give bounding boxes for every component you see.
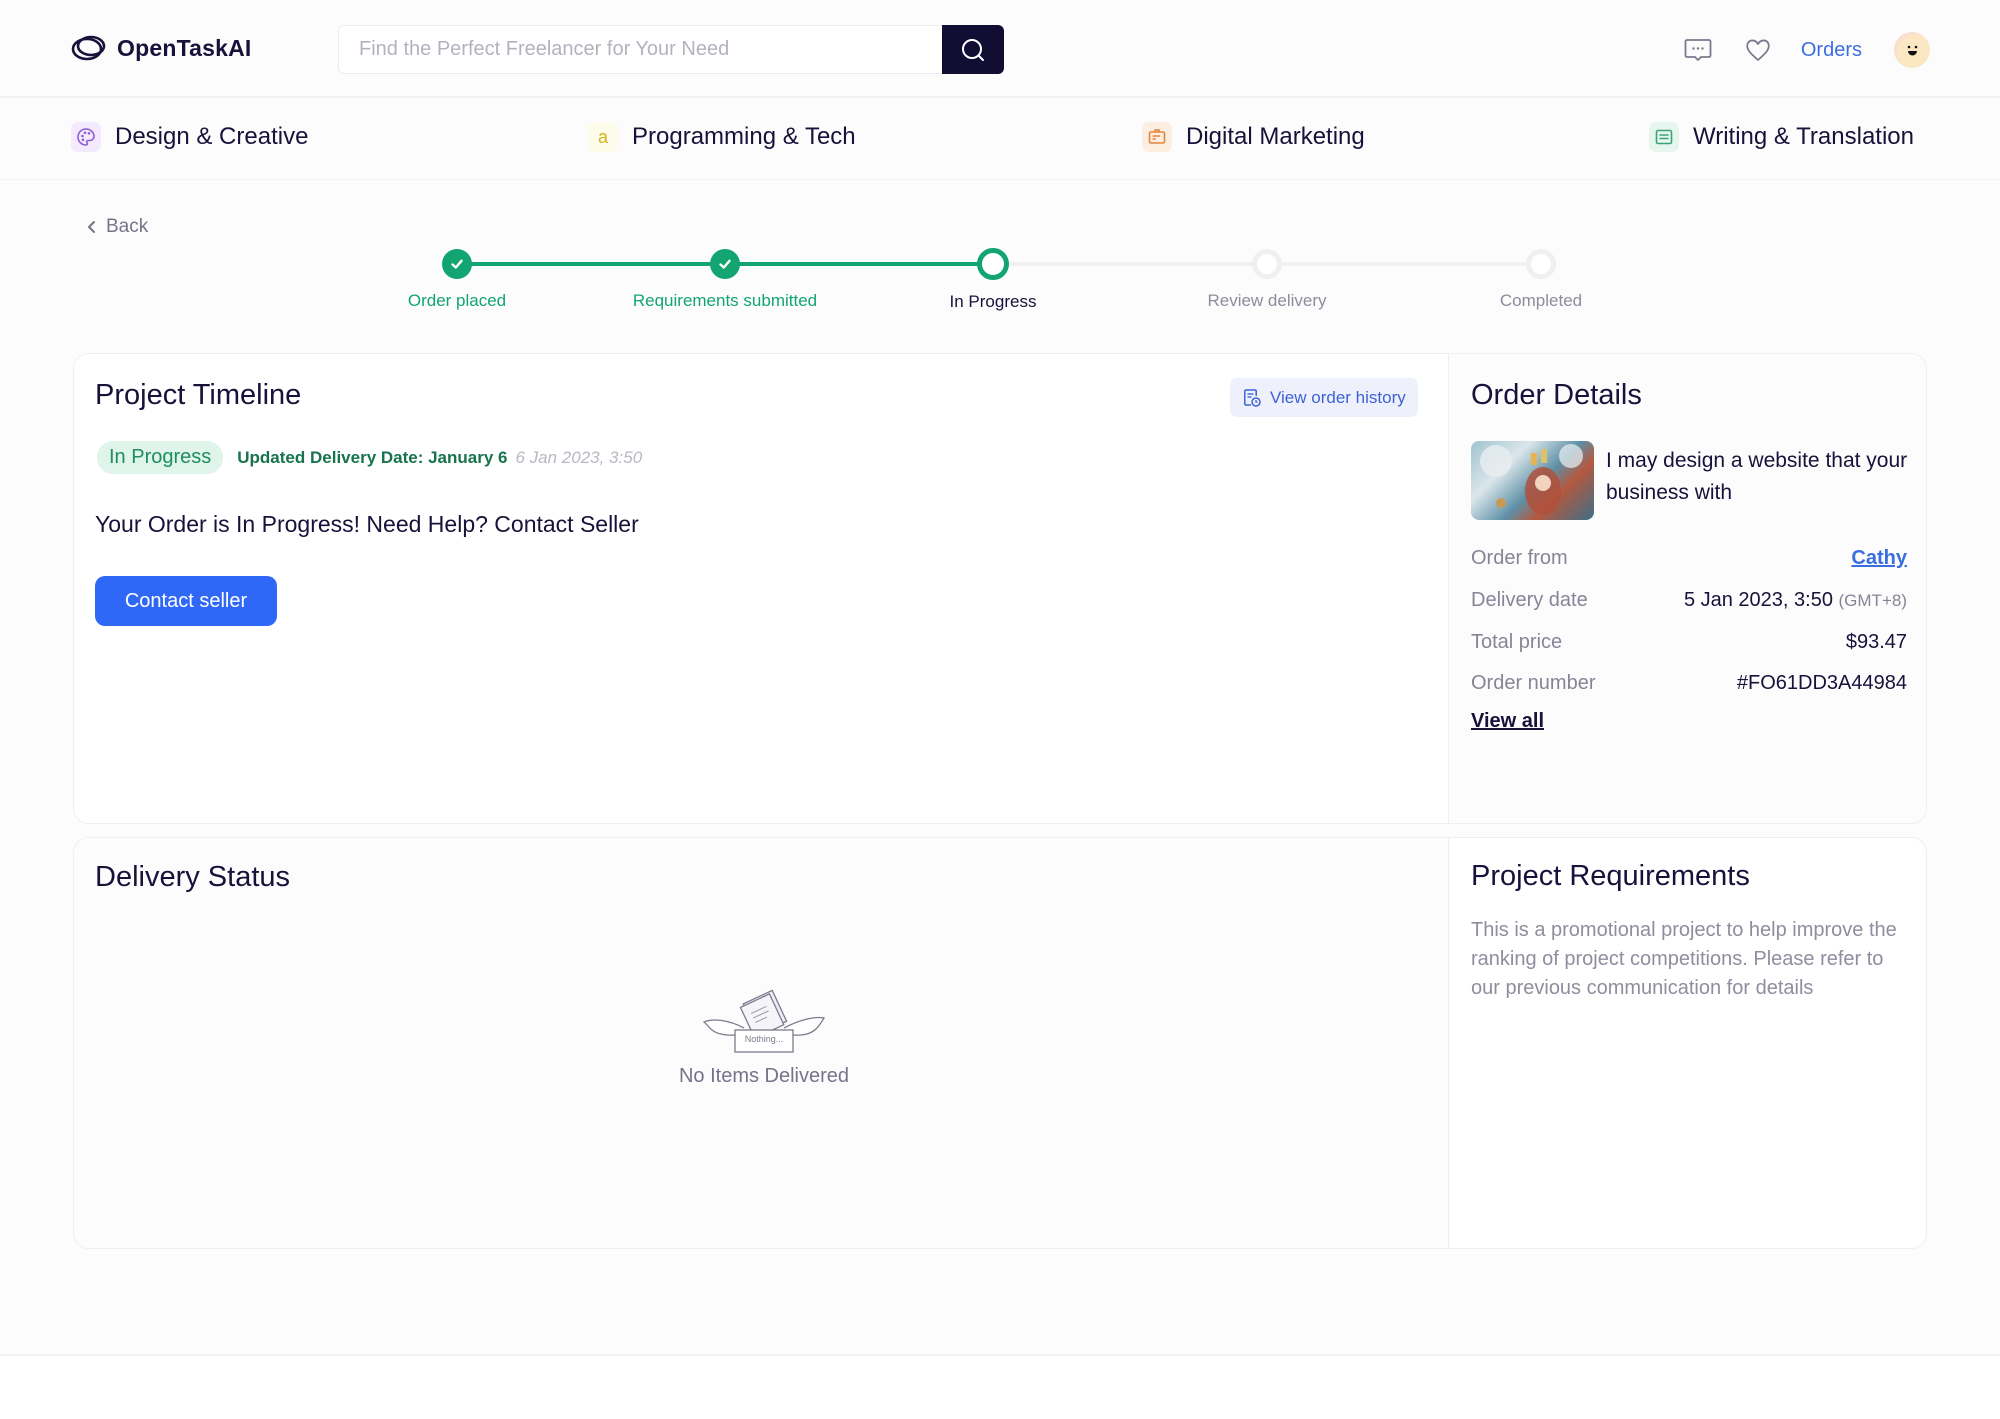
view-order-history-label: View order history [1270, 387, 1406, 407]
step-label: Review delivery [1207, 291, 1327, 310]
empty-delivery-state: Nothing... No Items Delivered [614, 988, 914, 1088]
category-digital-marketing[interactable]: Digital Marketing [1142, 122, 1365, 152]
empty-box-with-wings-icon [702, 989, 826, 1053]
view-all-link[interactable]: View all [1471, 710, 1544, 733]
status-badge: In Progress [97, 441, 224, 474]
current-step-indicator [977, 248, 1009, 280]
timezone-label: (GMT+8) [1838, 591, 1907, 610]
seller-link[interactable]: Cathy [1851, 547, 1907, 570]
order-number-row: Order number #FO61DD3A44984 [1471, 672, 1907, 695]
heart-icon [1746, 39, 1770, 61]
search-input[interactable] [339, 26, 942, 73]
check-icon [710, 249, 740, 279]
top-header: OpenTaskAI Orders [0, 0, 2000, 98]
messages-icon [1684, 39, 1712, 62]
delivery-date-label: Delivery date [1471, 589, 1588, 611]
pending-step-indicator [1526, 249, 1556, 279]
search-icon [962, 38, 984, 61]
delivery-date-value: 5 Jan 2023, 3:50 (GMT+8) [1684, 589, 1907, 612]
gig-artwork-image [1480, 444, 1583, 515]
step-order-placed: Order placed [327, 246, 587, 311]
view-order-history-button[interactable]: View order history [1230, 378, 1418, 417]
category-label: Digital Marketing [1186, 123, 1365, 150]
category-design-creative[interactable]: Design & Creative [71, 122, 308, 152]
step-label: Completed [1499, 291, 1583, 310]
back-link[interactable]: Back [86, 216, 148, 238]
contact-seller-button[interactable]: Contact seller [95, 576, 277, 626]
step-completed: Completed [1411, 246, 1671, 311]
order-number-value: #FO61DD3A44984 [1736, 672, 1907, 694]
pending-step-indicator [1252, 249, 1282, 279]
order-status-message: Your Order is In Progress! Need Help? Co… [95, 511, 639, 537]
orders-link[interactable]: Orders [1801, 39, 1862, 62]
delivery-status-title: Delivery Status [95, 861, 291, 893]
total-price-value: $93.47 [1845, 631, 1907, 653]
category-programming-tech[interactable]: a Programming & Tech [588, 122, 856, 152]
project-timeline-panel: Project Timeline View order history In P… [74, 354, 1449, 823]
order-details-title: Order Details [1471, 379, 1642, 411]
header-actions: Orders [1682, 30, 1930, 70]
no-items-delivered-label: No Items Delivered [678, 1065, 850, 1087]
updated-delivery-date: Updated Delivery Date: January 6 [237, 447, 508, 467]
timeline-order-card: Project Timeline View order history In P… [73, 353, 1927, 824]
order-history-icon [1244, 388, 1261, 407]
messages-button[interactable] [1682, 34, 1714, 66]
footer [0, 1356, 2000, 1419]
delivery-requirements-card: Delivery Status Nothing... No Items Deli… [73, 837, 1927, 1249]
step-review-delivery: Review delivery [1137, 246, 1397, 311]
project-requirements-panel: Project Requirements This is a promotion… [1450, 838, 1926, 1248]
status-row: In Progress Updated Delivery Date: Janua… [97, 441, 642, 474]
brand-name: OpenTaskAI [117, 34, 252, 61]
order-progress-stepper: Order placed Requirements submitted In P… [0, 246, 2000, 316]
letter-a-icon: a [588, 122, 618, 152]
total-price-row: Total price $93.47 [1471, 631, 1907, 654]
order-details-panel: Order Details I may design a website tha… [1450, 354, 1926, 823]
delivery-status-panel: Delivery Status Nothing... No Items Deli… [74, 838, 1449, 1248]
step-label: In Progress [949, 292, 1037, 311]
gig-thumbnail[interactable] [1471, 441, 1594, 520]
order-from-label: Order from [1471, 547, 1568, 569]
project-timeline-title: Project Timeline [95, 379, 302, 411]
search-bar [338, 25, 1004, 74]
palette-icon [71, 122, 101, 152]
document-icon [1649, 122, 1679, 152]
search-button[interactable] [942, 25, 1004, 74]
back-label: Back [106, 216, 149, 237]
chevron-left-icon [88, 221, 95, 233]
step-requirements-submitted: Requirements submitted [595, 246, 855, 311]
updated-timestamp: 6 Jan 2023, 3:50 [515, 447, 643, 467]
id-card-icon [1142, 122, 1172, 152]
step-label: Order placed [407, 291, 507, 310]
category-label: Design & Creative [115, 123, 309, 150]
gig-title[interactable]: I may design a website that your busines… [1606, 445, 1916, 520]
project-requirements-text: This is a promotional project to help im… [1471, 919, 1897, 999]
favorites-button[interactable] [1742, 34, 1774, 66]
empty-box-label: Nothing... [744, 1034, 784, 1044]
category-nav: Design & Creative a Programming & Tech D… [0, 100, 2000, 180]
gig-summary: I may design a website that your busines… [1471, 441, 1916, 520]
order-number-label: Order number [1471, 672, 1596, 694]
delivery-date-row: Delivery date 5 Jan 2023, 3:50 (GMT+8) [1471, 589, 1907, 612]
step-in-progress: In Progress [863, 246, 1123, 312]
total-price-label: Total price [1471, 631, 1563, 653]
step-label: Requirements submitted [632, 291, 818, 310]
category-writing-translation[interactable]: Writing & Translation [1649, 122, 1914, 152]
logo-icon [71, 35, 106, 61]
smiley-face-icon [1907, 45, 1918, 56]
category-label: Programming & Tech [632, 123, 856, 150]
brand-logo[interactable]: OpenTaskAI [71, 34, 252, 62]
delivery-date-text: 5 Jan 2023, 3:50 [1683, 589, 1833, 611]
project-requirements-title: Project Requirements [1471, 860, 1750, 892]
order-from-row: Order from Cathy [1471, 547, 1907, 570]
category-label: Writing & Translation [1693, 123, 1914, 150]
user-avatar[interactable] [1894, 32, 1930, 68]
check-icon [442, 249, 472, 279]
